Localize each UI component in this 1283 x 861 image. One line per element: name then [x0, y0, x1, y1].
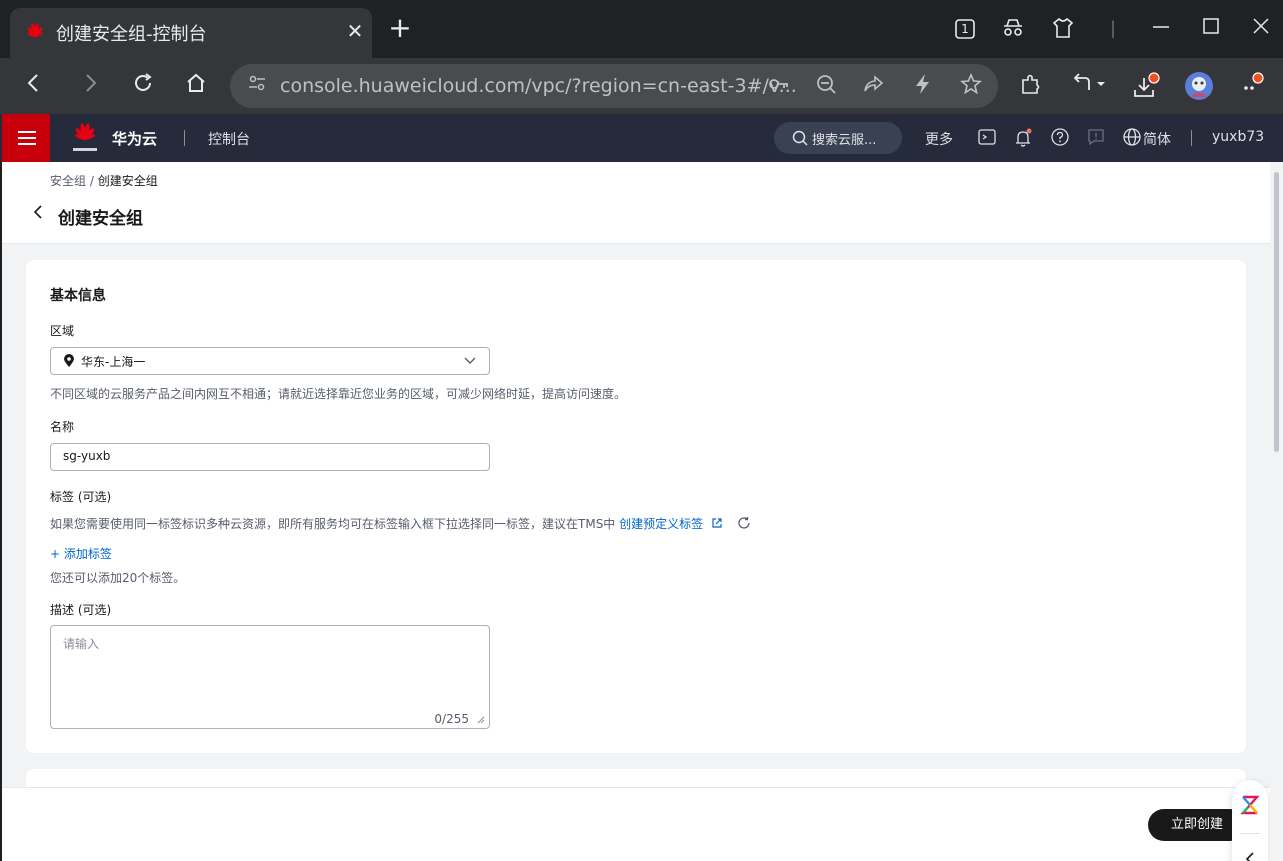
more-menu[interactable]: 更多 — [925, 129, 953, 149]
page-header: 安全组 / 创建安全组 创建安全组 — [2, 162, 1270, 244]
console-header: 华为云 控制台 搜索云服... 更多 简体 yuxb73 — [0, 114, 1283, 162]
incognito-icon[interactable] — [1000, 16, 1026, 42]
search-box[interactable]: 搜索云服... — [774, 122, 902, 154]
tags-hint-row: 如果您需要使用同一标签标识多种云资源，即所有服务均可在标签输入框下拉选择同一标签… — [50, 515, 751, 532]
forward-icon[interactable] — [76, 72, 104, 100]
tab-title: 创建安全组-控制台 — [56, 24, 207, 45]
chevron-down-icon — [464, 357, 476, 364]
breadcrumb: 安全组 / 创建安全组 — [50, 172, 158, 189]
minimize-icon[interactable] — [1148, 16, 1174, 42]
header-divider — [184, 130, 185, 146]
action-footer: 立即创建 — [2, 787, 1270, 861]
lightning-icon[interactable] — [910, 73, 936, 99]
add-tag-button[interactable]: + 添加标签 — [50, 545, 112, 562]
resize-handle-icon[interactable] — [477, 716, 485, 724]
home-icon[interactable] — [182, 72, 210, 100]
tags-label: 标签 (可选) — [50, 490, 112, 504]
external-link-icon[interactable] — [711, 517, 723, 529]
region-select[interactable]: 华东-上海一 — [50, 347, 490, 375]
description-label: 描述 (可选) — [50, 603, 112, 617]
tags-remaining: 您还可以添加20个标签。 — [50, 571, 186, 585]
bookmark-star-icon[interactable] — [958, 72, 984, 99]
name-input[interactable]: sg-yuxb — [50, 443, 490, 471]
download-icon[interactable] — [1132, 72, 1160, 100]
new-tab-icon[interactable]: + — [386, 14, 414, 42]
tab-close-icon[interactable]: ✕ — [344, 19, 366, 43]
huawei-logo-icon[interactable] — [70, 122, 100, 154]
cloud-shell-icon[interactable] — [977, 128, 997, 148]
zoom-icon[interactable] — [813, 73, 839, 99]
assistant-logo-icon[interactable] — [1240, 794, 1260, 816]
region-label: 区域 — [50, 324, 75, 338]
header-divider — [1191, 130, 1192, 146]
site-settings-icon[interactable] — [244, 73, 270, 99]
panel-divider — [1240, 833, 1260, 834]
back-icon[interactable] — [20, 72, 48, 100]
menu-dots-icon[interactable] — [1240, 72, 1268, 100]
console-link[interactable]: 控制台 — [208, 129, 250, 149]
tab-count-icon[interactable]: 1 — [952, 16, 978, 42]
region-value: 华东-上海一 — [81, 355, 146, 369]
language-switch[interactable]: 简体 — [1143, 129, 1171, 149]
window-divider: | — [1109, 18, 1117, 39]
region-hint: 不同区域的云服务产品之间内网互不相通；请就近选择靠近您业务的区域，可减少网络时延… — [50, 387, 627, 401]
page-content: 安全组 / 创建安全组 创建安全组 基本信息 区域 华东-上海一 不同区域的云服… — [2, 162, 1270, 861]
brand-name[interactable]: 华为云 — [112, 128, 157, 149]
name-value: sg-yuxb — [63, 449, 111, 463]
tags-hint: 如果您需要使用同一标签标识多种云资源，即所有服务均可在标签输入框下拉选择同一标签… — [50, 517, 616, 531]
globe-icon[interactable] — [1122, 128, 1142, 148]
address-bar[interactable]: console.huaweicloud.com/vpc/?region=cn-e… — [230, 64, 998, 108]
basic-info-card: 基本信息 区域 华东-上海一 不同区域的云服务产品之间内网互不相通；请就近选择靠… — [26, 260, 1246, 753]
reload-icon[interactable] — [129, 72, 157, 100]
user-account[interactable]: yuxb73 — [1212, 129, 1264, 145]
breadcrumb-parent[interactable]: 安全组 — [50, 174, 86, 188]
service-menu-button[interactable] — [2, 114, 50, 162]
floating-assistant-panel — [1232, 780, 1268, 861]
browser-tab[interactable]: 创建安全组-控制台 ✕ — [10, 8, 372, 58]
undo-dropdown-icon[interactable] — [1070, 72, 1110, 100]
page-scrollbar[interactable] — [1270, 162, 1283, 861]
url-text: console.huaweicloud.com/vpc/?region=cn-e… — [280, 75, 797, 97]
shirt-icon[interactable] — [1050, 16, 1076, 42]
search-placeholder: 搜索云服... — [812, 133, 877, 148]
section-title: 基本信息 — [50, 288, 106, 304]
breadcrumb-separator: / — [86, 174, 98, 188]
back-arrow-icon[interactable] — [32, 204, 46, 224]
maximize-icon[interactable] — [1198, 16, 1224, 42]
feedback-icon[interactable] — [1086, 128, 1106, 148]
name-label: 名称 — [50, 420, 75, 434]
notification-bell-icon[interactable] — [1013, 128, 1033, 148]
character-counter: 0/255 — [434, 712, 469, 726]
scrollbar-thumb[interactable] — [1274, 172, 1279, 452]
description-textarea[interactable]: 请输入 0/255 — [50, 625, 490, 729]
search-icon — [792, 130, 808, 146]
key-icon[interactable] — [766, 73, 792, 99]
refresh-icon[interactable] — [737, 516, 751, 530]
page-title: 创建安全组 — [58, 209, 143, 229]
create-predefined-tag-link[interactable]: 创建预定义标签 — [619, 517, 703, 531]
share-icon[interactable] — [860, 73, 886, 99]
tab-count-label: 1 — [961, 22, 969, 36]
profile-avatar-icon[interactable] — [1184, 72, 1213, 100]
browser-tab-strip: 创建安全组-控制台 ✕ + 1 | — [0, 0, 1283, 58]
extensions-icon[interactable] — [1017, 72, 1045, 100]
location-pin-icon — [64, 354, 74, 367]
close-window-icon[interactable] — [1248, 16, 1274, 42]
help-icon[interactable] — [1050, 128, 1070, 148]
browser-toolbar: console.huaweicloud.com/vpc/?region=cn-e… — [0, 58, 1283, 114]
breadcrumb-current: 创建安全组 — [97, 174, 158, 188]
chevron-left-icon[interactable] — [1242, 850, 1258, 861]
huawei-logo-icon — [27, 23, 43, 38]
description-placeholder: 请输入 — [63, 637, 100, 651]
